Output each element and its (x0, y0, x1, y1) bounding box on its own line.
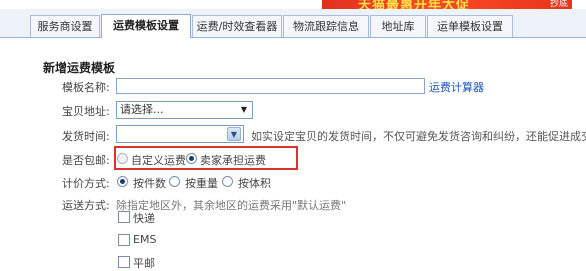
promo-banner-corner: 抄底 (549, 0, 568, 9)
highlight-box (114, 146, 298, 170)
free-shipping-label: 是否包邮: (62, 154, 110, 167)
chevron-down-icon: ▼ (227, 127, 241, 141)
surface-mail-checkbox[interactable] (118, 256, 130, 268)
template-name-input[interactable] (116, 78, 425, 94)
tab-address-book[interactable]: 地址库 (370, 15, 426, 37)
tab-waybill-template-settings[interactable]: 运单模板设置 (427, 15, 513, 37)
by-weight-radio[interactable] (169, 176, 180, 187)
ship-time-label: 发货时间: (62, 130, 110, 143)
pricing-method-label: 计价方式: (62, 177, 110, 190)
shipping-calculator-link[interactable]: 运费计算器 (429, 79, 484, 95)
promo-banner-text: 天猫最惠开年大促 (358, 0, 471, 9)
ship-from-label: 宝贝地址: (62, 105, 110, 118)
surface-mail-label: 平邮 (133, 257, 155, 270)
tab-logistics-tracking[interactable]: 物流跟踪信息 (283, 15, 369, 37)
delivery-method-label: 运送方式: (62, 199, 110, 212)
by-volume-label: 按体积 (238, 177, 271, 190)
ship-time-hint: 如实设定宝贝的发货时间，不仅可避免发货咨询和纠纷，还能促进成交! i (251, 130, 586, 143)
ship-from-select[interactable]: 请选择... ▼ (116, 101, 253, 119)
promo-banner[interactable]: 天猫最惠开年大促 抄底 (322, 0, 572, 9)
tab-service-provider-settings[interactable]: 服务商设置 (30, 15, 100, 37)
ship-from-select-value: 请选择... (120, 103, 164, 116)
by-count-radio[interactable] (117, 176, 128, 187)
by-volume-radio[interactable] (222, 176, 233, 187)
chevron-down-icon: ▼ (240, 105, 248, 114)
express-checkbox[interactable] (118, 211, 130, 223)
top-banner: 天猫最惠开年大促 抄底 (0, 0, 586, 9)
ems-checkbox[interactable] (118, 234, 130, 246)
by-count-label: 按件数 (133, 177, 166, 190)
ems-label: EMS (133, 233, 157, 246)
tab-bar: 服务商设置 运费模板设置 运费/时效查看器 物流跟踪信息 地址库 运单模板设置 (0, 9, 586, 38)
express-label: 快递 (133, 212, 155, 225)
ship-time-select[interactable]: ▼ (116, 125, 244, 143)
page-title: 新增运费模板 (43, 61, 116, 75)
tab-shipping-time-viewer[interactable]: 运费/时效查看器 (192, 15, 282, 37)
by-weight-label: 按重量 (185, 177, 218, 190)
template-name-label: 模板名称: (62, 81, 110, 94)
tab-shipping-template-settings[interactable]: 运费模板设置 (101, 14, 191, 38)
